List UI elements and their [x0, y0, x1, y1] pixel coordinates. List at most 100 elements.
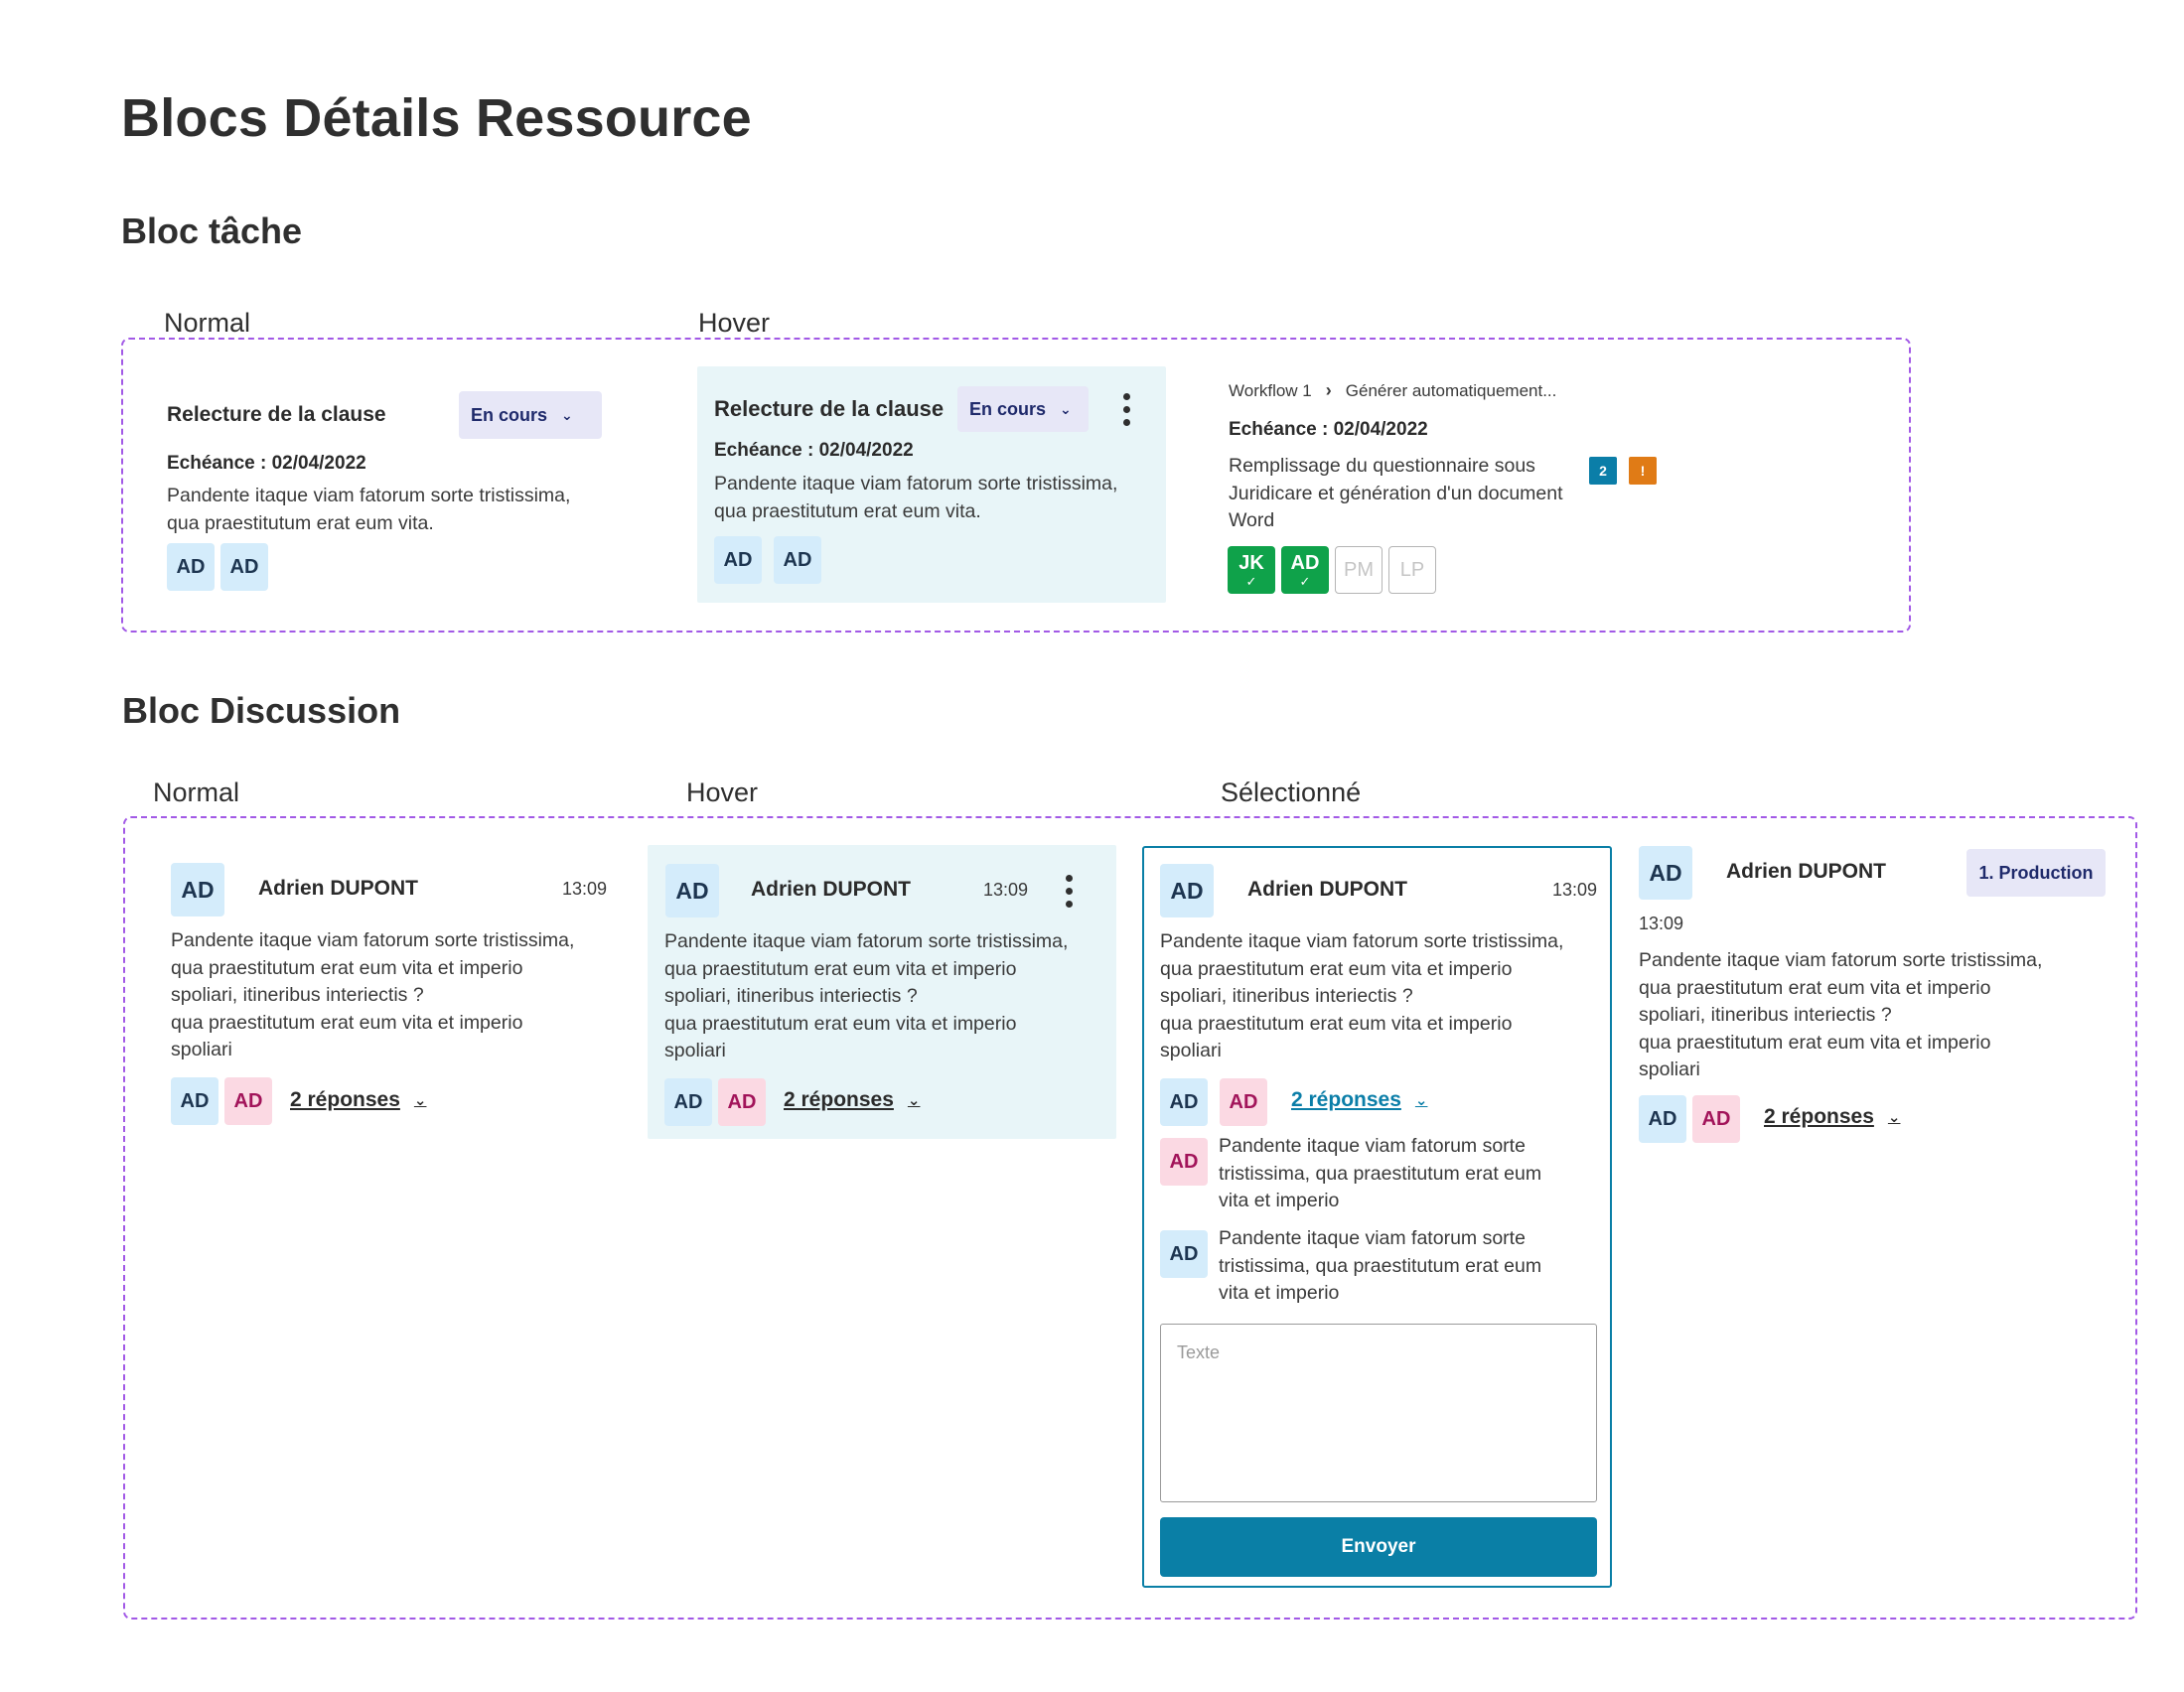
status-dropdown[interactable]: En cours ⌄: [957, 386, 1089, 432]
send-button[interactable]: Envoyer: [1160, 1517, 1597, 1577]
discussion-card-selected[interactable]: AD Adrien DUPONT 13:09 Pandente itaque v…: [1142, 846, 1612, 1588]
status-dropdown[interactable]: En cours ⌄: [459, 391, 602, 439]
warning-badge: !: [1629, 457, 1657, 485]
message-line: spoliari: [664, 1040, 726, 1061]
participant-avatar: AD: [1639, 1095, 1686, 1143]
message-line: spoliari, itineribus interiectis ?: [664, 985, 918, 1007]
message-line: Pandente itaque viam fatorum sorte trist…: [664, 930, 1069, 952]
discussion-card-production[interactable]: AD Adrien DUPONT 1. Production 13:09 Pan…: [1629, 846, 2115, 1144]
replies-toggle[interactable]: 2 réponses ⌄: [784, 1088, 920, 1112]
task-card-normal[interactable]: Relecture de la clause En cours ⌄ Echéan…: [149, 367, 616, 606]
reply-line: tristissima, qua praestitutum erat eum: [1219, 1254, 1542, 1277]
author-avatar: AD: [1639, 846, 1692, 900]
reply-avatar: AD: [1160, 1230, 1208, 1278]
reply-line: tristissima, qua praestitutum erat eum: [1219, 1162, 1542, 1185]
replies-toggle[interactable]: 2 réponses ⌄: [290, 1088, 426, 1112]
breadcrumb-item[interactable]: Workflow 1: [1229, 381, 1312, 401]
avatar-pending: LP: [1388, 546, 1436, 594]
discussion-card-normal[interactable]: AD Adrien DUPONT 13:09 Pandente itaque v…: [157, 846, 624, 1144]
avatar: AD: [220, 543, 268, 591]
state-label-hover: Hover: [686, 777, 759, 807]
message-line: spoliari, itineribus interiectis ?: [1160, 985, 1413, 1007]
task-due-date: Echéance : 02/04/2022: [1229, 419, 1428, 440]
state-label-normal: Normal: [164, 308, 251, 338]
chevron-down-icon: ⌄: [413, 1092, 427, 1109]
message-line: Pandente itaque viam fatorum sorte trist…: [1160, 930, 1564, 952]
message-line: spoliari, itineribus interiectis ?: [1639, 1004, 1892, 1026]
avatar-initials: AD: [1290, 551, 1320, 574]
message-time: 13:09: [562, 879, 608, 899]
avatar: AD: [714, 536, 762, 584]
task-description: Remplissage du questionnaire sous Juridi…: [1229, 453, 1563, 535]
status-label: En cours: [471, 404, 548, 425]
chevron-down-icon: ⌄: [561, 406, 573, 423]
task-due-date: Echéance : 02/04/2022: [714, 440, 914, 461]
kebab-icon[interactable]: [1121, 393, 1131, 426]
state-label-hover: Hover: [698, 308, 771, 338]
task-title: Relecture de la clause: [714, 396, 945, 421]
phase-tag: 1. Production: [1966, 849, 2106, 897]
task-description: Pandente itaque viam fatorum sorte trist…: [167, 483, 570, 537]
state-label-normal: Normal: [153, 777, 240, 807]
replies-count: 2 réponses: [1764, 1105, 1874, 1128]
reply-input[interactable]: Texte: [1160, 1324, 1597, 1502]
reply-line: Pandente itaque viam fatorum sorte: [1219, 1135, 1526, 1157]
message-text: Pandente itaque viam fatorum sorte trist…: [171, 927, 574, 1064]
avatar: AD: [167, 543, 215, 591]
message-line: qua praestitutum erat eum vita et imperi…: [664, 957, 1017, 980]
task-section-heading: Bloc tâche: [121, 211, 303, 251]
breadcrumb: Workflow 1 › Générer automatiquement...: [1229, 380, 1556, 401]
message-line: qua praestitutum erat eum vita et imperi…: [171, 956, 523, 979]
chevron-down-icon: ⌄: [1887, 1109, 1901, 1126]
replies-count: 2 réponses: [290, 1088, 400, 1111]
reply-line: Pandente itaque viam fatorum sorte: [1219, 1227, 1526, 1249]
message-time: 13:09: [983, 880, 1029, 900]
author-name: Adrien DUPONT: [258, 877, 419, 900]
task-due-date: Echéance : 02/04/2022: [167, 453, 366, 474]
message-line: qua praestitutum erat eum vita et imperi…: [1160, 1012, 1513, 1035]
avatar-initials: JK: [1238, 551, 1264, 574]
task-description-line: Pandente itaque viam fatorum sorte trist…: [714, 473, 1118, 494]
replies-toggle[interactable]: 2 réponses ⌄: [1764, 1105, 1900, 1129]
check-icon: ✓: [1299, 573, 1311, 589]
task-description-line: Word: [1229, 509, 1275, 531]
message-line: Pandente itaque viam fatorum sorte trist…: [1639, 949, 2043, 971]
task-card-hover[interactable]: Relecture de la clause En cours ⌄ Echéan…: [697, 366, 1166, 603]
replies-toggle[interactable]: 2 réponses ⌄: [1291, 1088, 1427, 1112]
reply-text: Pandente itaque viam fatorum sorte trist…: [1219, 1133, 1541, 1215]
participant-avatar: AD: [1692, 1095, 1740, 1143]
author-name: Adrien DUPONT: [751, 878, 912, 901]
check-icon: ✓: [1245, 573, 1257, 589]
task-card-workflow[interactable]: Workflow 1 › Générer automatiquement... …: [1227, 375, 1683, 604]
discussion-card-hover[interactable]: AD Adrien DUPONT 13:09 Pandente itaque v…: [648, 845, 1116, 1139]
page-title: Blocs Détails Ressource: [121, 88, 752, 148]
reply-text: Pandente itaque viam fatorum sorte trist…: [1219, 1225, 1541, 1308]
author-avatar: AD: [665, 864, 719, 917]
avatar-validated: AD ✓: [1281, 546, 1329, 594]
message-line: spoliari: [1160, 1040, 1222, 1061]
message-line: qua praestitutum erat eum vita et imperi…: [1160, 957, 1513, 980]
task-description-line: qua praestitutum erat eum vita.: [167, 511, 434, 534]
breadcrumb-item[interactable]: Générer automatiquement...: [1346, 381, 1557, 401]
chevron-down-icon: ⌄: [1060, 400, 1072, 417]
message-time: 13:09: [1552, 880, 1598, 900]
message-line: spoliari: [1639, 1058, 1700, 1080]
participant-avatar: AD: [171, 1077, 218, 1125]
task-description-line: Juridicare et génération d'un document: [1229, 482, 1563, 504]
avatar: AD: [774, 536, 821, 584]
status-label: En cours: [969, 398, 1047, 419]
participant-avatar: AD: [664, 1078, 712, 1126]
message-line: spoliari, itineribus interiectis ?: [171, 984, 424, 1006]
task-description-line: qua praestitutum erat eum vita.: [714, 499, 981, 522]
message-line: qua praestitutum erat eum vita et imperi…: [171, 1011, 523, 1034]
message-time: 13:09: [1639, 914, 1684, 933]
task-title: Relecture de la clause: [167, 403, 386, 426]
kebab-icon[interactable]: [1064, 875, 1074, 908]
task-description-line: Remplissage du questionnaire sous: [1229, 455, 1535, 477]
author-avatar: AD: [1160, 864, 1214, 917]
avatar-validated: JK ✓: [1228, 546, 1275, 594]
message-line: Pandente itaque viam fatorum sorte trist…: [171, 929, 575, 951]
chevron-down-icon: ⌄: [907, 1092, 921, 1109]
reply-input-placeholder: Texte: [1177, 1342, 1221, 1362]
message-text: Pandente itaque viam fatorum sorte trist…: [1639, 947, 2042, 1084]
